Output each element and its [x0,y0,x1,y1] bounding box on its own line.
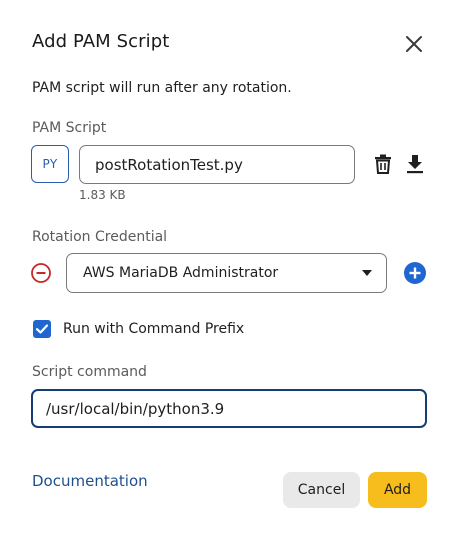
minus-circle-icon [31,263,51,283]
plus-circle-icon [409,267,421,279]
download-icon [407,155,423,174]
rotation-credential-label: Rotation Credential [32,229,168,245]
rotation-credential-value: AWS MariaDB Administrator [83,265,279,281]
download-script-button[interactable] [404,153,426,175]
close-icon [406,36,422,52]
chevron-down-icon [362,270,372,276]
documentation-link[interactable]: Documentation [32,472,148,490]
add-button[interactable]: Add [368,472,427,508]
trash-icon [375,154,391,174]
remove-credential-button[interactable] [30,262,52,284]
checkmark-icon [35,324,49,334]
add-pam-script-dialog: Add PAM Script PAM script will run after… [0,0,459,539]
add-credential-button[interactable] [404,262,426,284]
delete-script-button[interactable] [372,153,394,175]
rotation-credential-select[interactable]: AWS MariaDB Administrator [66,253,387,293]
close-button[interactable] [402,32,426,56]
dialog-title: Add PAM Script [32,31,170,52]
script-command-label: Script command [32,364,147,380]
command-prefix-checkbox[interactable] [33,320,51,338]
cancel-button[interactable]: Cancel [283,472,360,508]
pam-script-label: PAM Script [32,120,107,136]
pam-script-filename-field[interactable] [79,145,355,184]
dialog-description: PAM script will run after any rotation. [32,80,292,96]
command-prefix-label[interactable]: Run with Command Prefix [63,321,244,337]
file-size: 1.83 KB [79,188,126,202]
file-type-badge: PY [31,145,69,183]
script-command-input[interactable] [31,389,427,428]
